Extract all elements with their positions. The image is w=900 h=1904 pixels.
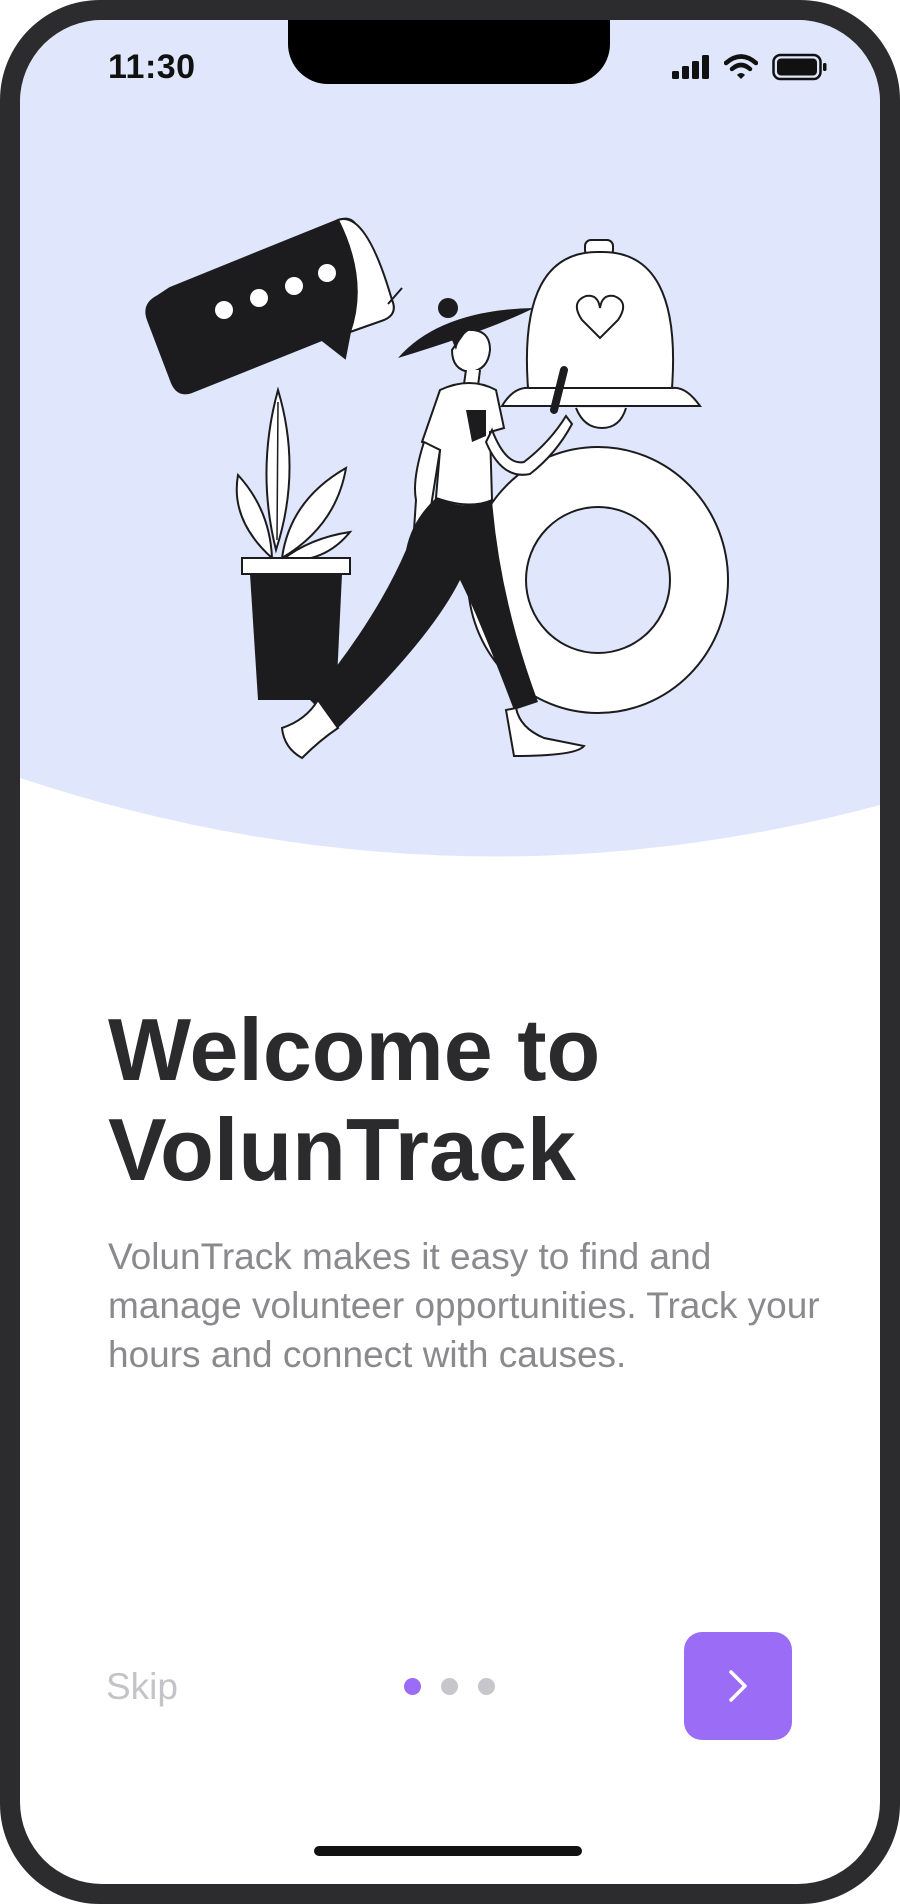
phone-frame: 11:30 Welcome to VolunTrack VolunTrack m… — [0, 0, 900, 1904]
page-dot[interactable] — [478, 1678, 495, 1695]
volunteer-illustration — [145, 217, 729, 760]
battery-icon — [772, 53, 827, 81]
next-button[interactable] — [684, 1632, 792, 1740]
plant-icon — [235, 386, 353, 700]
onboarding-screen: 11:30 Welcome to VolunTrack VolunTrack m… — [20, 20, 880, 1884]
device-notch — [288, 20, 610, 84]
speech-bubble-icon — [145, 217, 403, 395]
page-indicator — [404, 1678, 495, 1695]
cellular-signal-icon — [672, 55, 709, 79]
cloche-icon — [500, 239, 702, 430]
onboarding-footer: Skip — [20, 1632, 880, 1742]
page-dot[interactable] — [441, 1678, 458, 1695]
skip-button[interactable]: Skip — [106, 1666, 178, 1708]
page-title: Welcome to VolunTrack — [108, 1000, 601, 1199]
page-dot-active[interactable] — [404, 1678, 421, 1695]
page-description: VolunTrack makes it easy to find and man… — [108, 1236, 820, 1375]
status-time: 11:30 — [108, 48, 196, 86]
status-icons — [672, 52, 828, 82]
home-indicator[interactable] — [314, 1846, 582, 1856]
wifi-icon — [724, 54, 758, 79]
chevron-right-icon — [729, 1670, 747, 1702]
